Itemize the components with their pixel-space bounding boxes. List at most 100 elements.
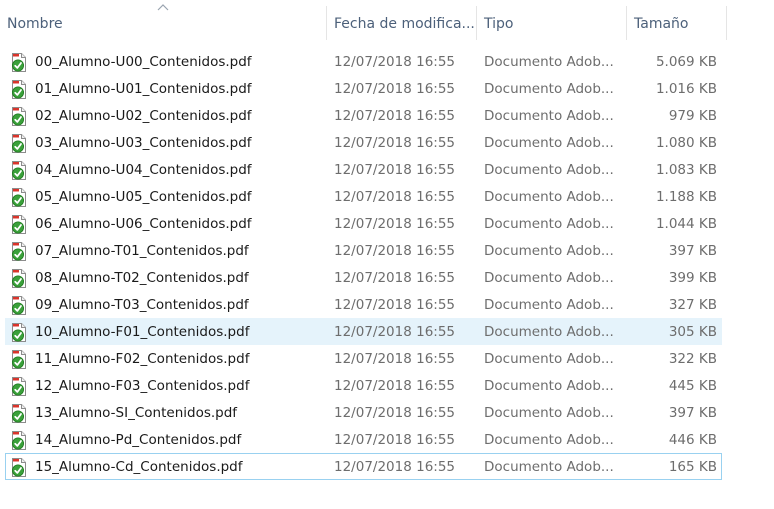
file-date-modified: 12/07/2018 16:55 xyxy=(334,108,456,124)
pdf-document-icon xyxy=(12,269,26,288)
column-header-size[interactable]: Tamaño xyxy=(627,0,726,46)
file-type: Documento Adob... xyxy=(484,405,614,421)
file-type: Documento Adob... xyxy=(484,297,614,313)
pdf-document-icon xyxy=(12,350,26,369)
file-name: 13_Alumno-SI_Contenidos.pdf xyxy=(35,405,238,421)
file-date-modified: 12/07/2018 16:55 xyxy=(334,405,456,421)
column-header-date[interactable]: Fecha de modifica... xyxy=(327,0,476,46)
file-name: 08_Alumno-T02_Contenidos.pdf xyxy=(35,270,249,286)
file-date-modified: 12/07/2018 16:55 xyxy=(334,135,456,151)
file-name: 15_Alumno-Cd_Contenidos.pdf xyxy=(35,459,243,475)
file-row[interactable]: 09_Alumno-T03_Contenidos.pdf 12/07/2018 … xyxy=(5,291,722,318)
file-type: Documento Adob... xyxy=(484,135,614,151)
pdf-document-icon xyxy=(12,242,26,261)
file-date-modified: 12/07/2018 16:55 xyxy=(334,432,456,448)
file-name: 01_Alumno-U01_Contenidos.pdf xyxy=(35,81,252,97)
file-date-modified: 12/07/2018 16:55 xyxy=(334,189,456,205)
file-name: 07_Alumno-T01_Contenidos.pdf xyxy=(35,243,249,259)
file-row[interactable]: 15_Alumno-Cd_Contenidos.pdf 12/07/2018 1… xyxy=(5,453,722,480)
file-row[interactable]: 03_Alumno-U03_Contenidos.pdf 12/07/2018 … xyxy=(5,129,722,156)
file-type: Documento Adob... xyxy=(484,216,614,232)
column-header-type[interactable]: Tipo xyxy=(477,0,626,46)
file-date-modified: 12/07/2018 16:55 xyxy=(334,324,456,340)
file-name: 03_Alumno-U03_Contenidos.pdf xyxy=(35,135,252,151)
file-type: Documento Adob... xyxy=(484,81,614,97)
file-date-modified: 12/07/2018 16:55 xyxy=(334,54,456,70)
file-row[interactable]: 14_Alumno-Pd_Contenidos.pdf 12/07/2018 1… xyxy=(5,426,722,453)
file-row[interactable]: 12_Alumno-F03_Contenidos.pdf 12/07/2018 … xyxy=(5,372,722,399)
file-name: 14_Alumno-Pd_Contenidos.pdf xyxy=(35,432,242,448)
pdf-document-icon xyxy=(12,161,26,180)
column-header-bar: Nombre Fecha de modifica... Tipo Tamaño xyxy=(0,0,774,46)
pdf-document-icon xyxy=(12,296,26,315)
file-row[interactable]: 06_Alumno-U06_Contenidos.pdf 12/07/2018 … xyxy=(5,210,722,237)
pdf-document-icon xyxy=(12,134,26,153)
column-divider[interactable] xyxy=(726,6,727,40)
file-date-modified: 12/07/2018 16:55 xyxy=(334,216,456,232)
file-date-modified: 12/07/2018 16:55 xyxy=(334,378,456,394)
file-row[interactable]: 11_Alumno-F02_Contenidos.pdf 12/07/2018 … xyxy=(5,345,722,372)
file-type: Documento Adob... xyxy=(484,243,614,259)
file-name: 10_Alumno-F01_Contenidos.pdf xyxy=(35,324,250,340)
file-row[interactable]: 07_Alumno-T01_Contenidos.pdf 12/07/2018 … xyxy=(5,237,722,264)
pdf-document-icon xyxy=(12,323,26,342)
file-size: 397 KB xyxy=(668,243,717,259)
file-row[interactable]: 00_Alumno-U00_Contenidos.pdf 12/07/2018 … xyxy=(5,48,722,75)
file-type: Documento Adob... xyxy=(484,189,614,205)
file-row[interactable]: 13_Alumno-SI_Contenidos.pdf 12/07/2018 1… xyxy=(5,399,722,426)
file-size: 1.083 KB xyxy=(655,162,717,178)
pdf-document-icon xyxy=(12,188,26,207)
file-size: 322 KB xyxy=(668,351,717,367)
file-row[interactable]: 05_Alumno-U05_Contenidos.pdf 12/07/2018 … xyxy=(5,183,722,210)
file-type: Documento Adob... xyxy=(484,432,614,448)
file-type: Documento Adob... xyxy=(484,108,614,124)
file-row[interactable]: 01_Alumno-U01_Contenidos.pdf 12/07/2018 … xyxy=(5,75,722,102)
file-type: Documento Adob... xyxy=(484,378,614,394)
file-size: 397 KB xyxy=(668,405,717,421)
file-type: Documento Adob... xyxy=(484,270,614,286)
pdf-document-icon xyxy=(12,404,26,423)
file-size: 446 KB xyxy=(668,432,717,448)
file-size: 1.188 KB xyxy=(655,189,717,205)
file-date-modified: 12/07/2018 16:55 xyxy=(334,297,456,313)
file-name: 04_Alumno-U04_Contenidos.pdf xyxy=(35,162,252,178)
file-date-modified: 12/07/2018 16:55 xyxy=(334,459,456,475)
file-row[interactable]: 02_Alumno-U02_Contenidos.pdf 12/07/2018 … xyxy=(5,102,722,129)
column-header-date-label: Fecha de modifica... xyxy=(334,16,475,32)
file-type: Documento Adob... xyxy=(484,324,614,340)
file-size: 165 KB xyxy=(668,459,717,475)
file-type: Documento Adob... xyxy=(484,54,614,70)
file-size: 305 KB xyxy=(668,324,717,340)
file-name: 02_Alumno-U02_Contenidos.pdf xyxy=(35,108,252,124)
column-header-type-label: Tipo xyxy=(484,16,514,32)
pdf-document-icon xyxy=(12,458,26,477)
file-date-modified: 12/07/2018 16:55 xyxy=(334,243,456,259)
file-row[interactable]: 10_Alumno-F01_Contenidos.pdf 12/07/2018 … xyxy=(5,318,722,345)
file-type: Documento Adob... xyxy=(484,459,614,475)
file-size: 445 KB xyxy=(668,378,717,394)
column-header-size-label: Tamaño xyxy=(634,16,689,32)
file-date-modified: 12/07/2018 16:55 xyxy=(334,81,456,97)
sort-ascending-icon xyxy=(157,4,169,11)
pdf-document-icon xyxy=(12,107,26,126)
file-size: 1.044 KB xyxy=(655,216,717,232)
file-size: 399 KB xyxy=(668,270,717,286)
file-size: 1.080 KB xyxy=(655,135,717,151)
file-size: 327 KB xyxy=(668,297,717,313)
pdf-document-icon xyxy=(12,215,26,234)
file-name: 11_Alumno-F02_Contenidos.pdf xyxy=(35,351,250,367)
file-size: 5.069 KB xyxy=(655,54,717,70)
pdf-document-icon xyxy=(12,80,26,99)
file-name: 06_Alumno-U06_Contenidos.pdf xyxy=(35,216,252,232)
file-name: 00_Alumno-U00_Contenidos.pdf xyxy=(35,54,252,70)
file-type: Documento Adob... xyxy=(484,162,614,178)
file-row[interactable]: 08_Alumno-T02_Contenidos.pdf 12/07/2018 … xyxy=(5,264,722,291)
file-date-modified: 12/07/2018 16:55 xyxy=(334,270,456,286)
pdf-document-icon xyxy=(12,53,26,72)
file-row[interactable]: 04_Alumno-U04_Contenidos.pdf 12/07/2018 … xyxy=(5,156,722,183)
file-name: 12_Alumno-F03_Contenidos.pdf xyxy=(35,378,250,394)
file-name: 05_Alumno-U05_Contenidos.pdf xyxy=(35,189,252,205)
file-date-modified: 12/07/2018 16:55 xyxy=(334,162,456,178)
pdf-document-icon xyxy=(12,431,26,450)
file-size: 979 KB xyxy=(668,108,717,124)
